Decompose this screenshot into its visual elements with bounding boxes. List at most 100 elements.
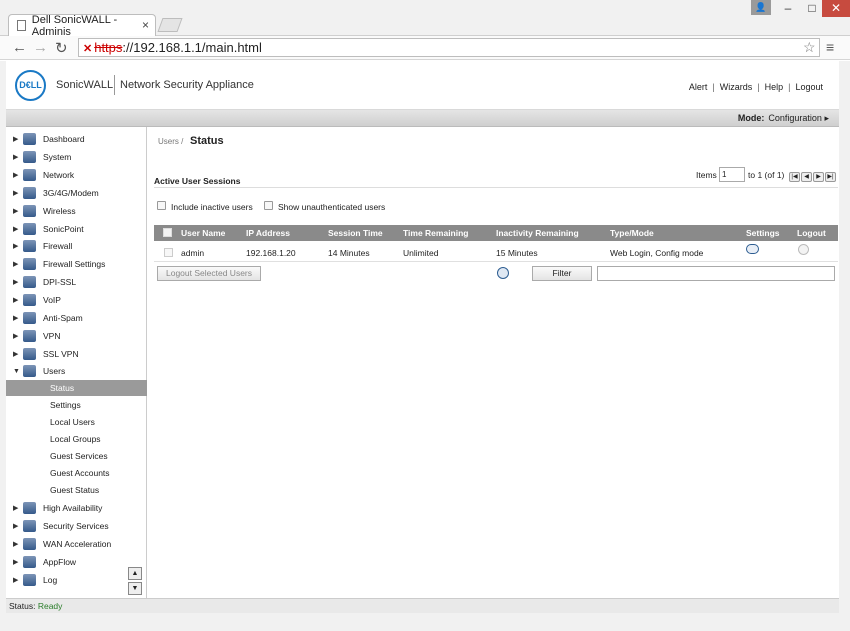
expand-arrow-icon[interactable]: ▶ (13, 256, 18, 273)
mode-toggle[interactable]: Configuration (768, 113, 822, 123)
logout-selected-button[interactable]: Logout Selected Users (157, 266, 261, 281)
expand-arrow-icon[interactable]: ▶ (13, 572, 18, 589)
mode-arrow-icon[interactable]: ▸ (824, 113, 829, 123)
prev-page-icon[interactable]: ◀ (801, 172, 812, 182)
brand-name: SonicWALL (56, 79, 114, 91)
col-session-time[interactable]: Session Time (328, 225, 383, 241)
sidebar-item-users[interactable]: ▼ Users (6, 363, 147, 380)
filter-input[interactable] (597, 266, 835, 281)
main-content: Users / Status Items 1 to 1 (of 1) |◀ ◀ … (148, 127, 839, 598)
sidebar-item-high-availability[interactable]: ▶ High Availability (6, 500, 147, 517)
col-type-mode[interactable]: Type/Mode (610, 225, 654, 241)
expand-arrow-icon[interactable]: ▶ (13, 310, 18, 327)
expand-arrow-icon[interactable]: ▶ (13, 274, 18, 291)
sidebar-subitem-guest-services[interactable]: Guest Services (6, 448, 147, 464)
col-inactivity-remaining[interactable]: Inactivity Remaining (496, 225, 579, 241)
col-ip-address[interactable]: IP Address (246, 225, 290, 241)
include-inactive-checkbox[interactable] (157, 201, 166, 210)
alert-link[interactable]: Alert (689, 82, 708, 92)
dashboard-icon (23, 133, 36, 145)
bookmark-star-icon[interactable]: ☆ (803, 39, 816, 56)
sidebar-scroll-up-icon[interactable]: ▲ (128, 567, 142, 580)
expand-arrow-icon[interactable]: ▶ (13, 346, 18, 363)
expand-arrow-icon[interactable]: ▶ (13, 131, 18, 148)
new-tab-button[interactable] (157, 18, 183, 32)
sidebar-item-vpn[interactable]: ▶ VPN (6, 328, 147, 345)
section-divider (154, 187, 838, 188)
user-profile-icon[interactable]: 👤 (751, 0, 771, 15)
expand-arrow-icon[interactable]: ▶ (13, 203, 18, 220)
statistics-icon[interactable] (497, 267, 509, 279)
sidebar-item-firewall[interactable]: ▶ Firewall (6, 238, 147, 255)
log-icon (23, 574, 36, 586)
sidebar-subitem-guest-status[interactable]: Guest Status (6, 482, 147, 498)
expand-arrow-icon[interactable]: ▶ (13, 500, 18, 517)
sidebar-subitem-status[interactable]: Status (6, 380, 147, 396)
forward-icon[interactable]: → (33, 39, 48, 56)
sidebar-item-network[interactable]: ▶ Network (6, 167, 147, 184)
window-close-icon[interactable]: ✕ (822, 0, 850, 17)
col-user-name[interactable]: User Name (181, 225, 225, 241)
sidebar-scroll-down-icon[interactable]: ▼ (128, 582, 142, 595)
last-page-icon[interactable]: ▶| (825, 172, 836, 182)
browser-menu-icon[interactable]: ≡ (826, 39, 834, 55)
sidebar-item-sonicpoint[interactable]: ▶ SonicPoint (6, 221, 147, 238)
minimize-icon[interactable]: – (775, 0, 801, 17)
cell-inactivity-remaining: 15 Minutes (496, 248, 538, 258)
breadcrumb[interactable]: Users / (158, 137, 183, 146)
status-value: Ready (37, 601, 63, 611)
sidebar-subitem-settings[interactable]: Settings (6, 397, 147, 413)
sidebar-item-ssl-vpn[interactable]: ▶ SSL VPN (6, 346, 147, 363)
select-all-checkbox[interactable] (163, 228, 172, 237)
sidebar-item-wireless[interactable]: ▶ Wireless (6, 203, 147, 220)
sidebar-subitem-local-users[interactable]: Local Users (6, 414, 147, 430)
expand-arrow-icon[interactable]: ▶ (13, 221, 18, 238)
first-page-icon[interactable]: |◀ (789, 172, 800, 182)
sidebar-subitem-local-groups[interactable]: Local Groups (6, 431, 147, 447)
sidebar-item-modem[interactable]: ▶ 3G/4G/Modem (6, 185, 147, 202)
back-icon[interactable]: ← (12, 39, 27, 56)
reload-icon[interactable]: ↻ (55, 39, 68, 57)
sidebar-item-wan-acceleration[interactable]: ▶ WAN Acceleration (6, 536, 147, 553)
items-page-input[interactable]: 1 (719, 167, 745, 182)
sidebar-item-voip[interactable]: ▶ VoIP (6, 292, 147, 309)
expand-arrow-icon[interactable]: ▶ (13, 238, 18, 255)
expand-arrow-icon[interactable]: ▶ (13, 292, 18, 309)
expand-arrow-icon[interactable]: ▶ (13, 328, 18, 345)
browser-tab[interactable]: Dell SonicWALL - Adminis × (8, 14, 156, 38)
logout-user-icon[interactable] (798, 244, 809, 255)
expand-arrow-icon[interactable]: ▶ (13, 536, 18, 553)
sidebar-item-log[interactable]: ▶ Log (6, 572, 147, 589)
chat-settings-icon[interactable] (746, 244, 759, 254)
filter-button[interactable]: Filter (532, 266, 592, 281)
users-icon (23, 365, 36, 377)
next-page-icon[interactable]: ▶ (813, 172, 824, 182)
row-checkbox[interactable] (164, 248, 173, 257)
sidebar-item-dashboard[interactable]: ▶ Dashboard (6, 131, 147, 148)
url-input[interactable]: ✕ https://192.168.1.1/main.html (78, 38, 820, 57)
col-time-remaining[interactable]: Time Remaining (403, 225, 469, 241)
expand-arrow-icon[interactable]: ▶ (13, 554, 18, 571)
help-link[interactable]: Help (765, 82, 784, 92)
sidebar-item-firewall-settings[interactable]: ▶ Firewall Settings (6, 256, 147, 273)
expand-arrow-icon[interactable]: ▶ (13, 149, 18, 166)
expand-arrow-icon[interactable]: ▶ (13, 167, 18, 184)
sidebar-item-anti-spam[interactable]: ▶ Anti-Spam (6, 310, 147, 327)
logout-link[interactable]: Logout (795, 82, 823, 92)
sonicpoint-icon (23, 223, 36, 235)
sidebar-item-system[interactable]: ▶ System (6, 149, 147, 166)
expand-arrow-icon[interactable]: ▶ (13, 518, 18, 535)
address-bar: ← → ↻ ✕ https://192.168.1.1/main.html ☆ ≡ (0, 36, 850, 60)
tab-close-icon[interactable]: × (142, 18, 149, 32)
app-header: D€LL SonicWALL Network Security Applianc… (6, 61, 839, 110)
sidebar-item-dpi-ssl[interactable]: ▶ DPI-SSL (6, 274, 147, 291)
wizards-link[interactable]: Wizards (720, 82, 753, 92)
mode-label: Mode: (737, 113, 765, 123)
sidebar-item-appflow[interactable]: ▶ AppFlow (6, 554, 147, 571)
show-unauthenticated-checkbox[interactable] (264, 201, 273, 210)
sidebar-subitem-guest-accounts[interactable]: Guest Accounts (6, 465, 147, 481)
collapse-arrow-icon[interactable]: ▼ (13, 363, 20, 380)
sidebar-item-security-services[interactable]: ▶ Security Services (6, 518, 147, 535)
table-row: admin 192.168.1.20 14 Minutes Unlimited … (154, 244, 838, 262)
expand-arrow-icon[interactable]: ▶ (13, 185, 18, 202)
